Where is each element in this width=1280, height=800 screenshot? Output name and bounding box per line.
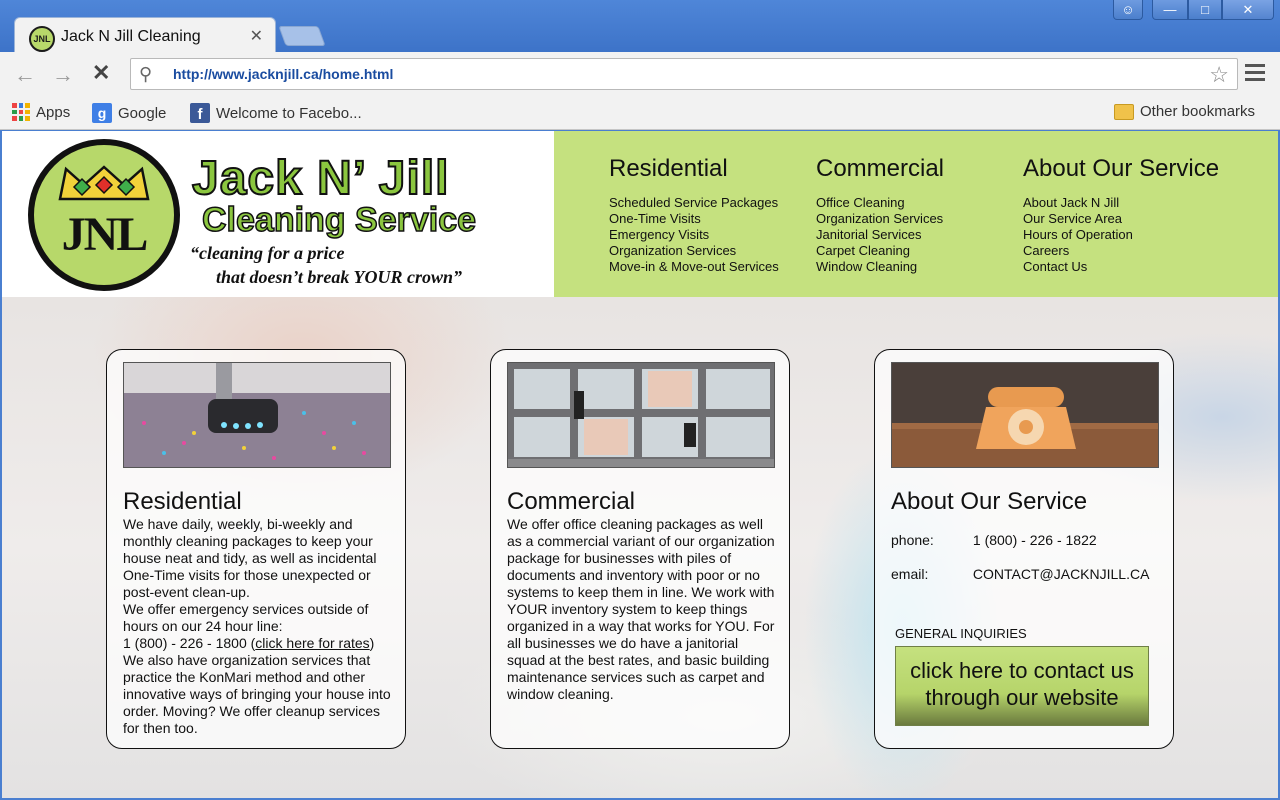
nav-link-move-services[interactable]: Move-in & Move-out Services — [609, 259, 779, 275]
browser-toolbar: ← → ✕ ⚲ http://www.jacknjill.ca/home.htm… — [0, 52, 1280, 96]
nav-link-organization-services[interactable]: Organization Services — [609, 243, 779, 259]
address-url[interactable]: http://www.jacknjill.ca/home.html — [173, 66, 393, 82]
nav-link-one-time-visits[interactable]: One-Time Visits — [609, 211, 779, 227]
contact-us-button[interactable]: click here to contact us through our web… — [895, 646, 1149, 726]
rates-link[interactable]: click here for rates — [255, 635, 369, 651]
card-commercial: Commercial We offer office cleaning pack… — [490, 349, 790, 749]
card-body-residential: We have daily, weekly, bi-weekly and mon… — [123, 516, 395, 737]
nav-heading-residential[interactable]: Residential — [609, 155, 779, 183]
crown-icon — [58, 165, 150, 201]
logo-text: JNL — [61, 208, 149, 261]
residential-phone-close: ) — [369, 635, 375, 651]
nav-column-residential: Residential Scheduled Service Packages O… — [609, 155, 779, 275]
maximize-button[interactable]: □ — [1188, 0, 1222, 20]
bookmark-star-icon[interactable]: ☆ — [1209, 62, 1229, 88]
email-value: CONTACT@JACKNJILL.CA — [972, 566, 1150, 582]
contact-phone-row: phone: 1 (800) - 226 - 1822 — [891, 532, 1097, 548]
residential-paragraph-1: We have daily, weekly, bi-weekly and mon… — [123, 516, 377, 600]
bookmarks-bar: Apps g Google f Welcome to Facebo... Oth… — [0, 96, 1280, 130]
bookmark-other[interactable]: Other bookmarks — [1114, 103, 1255, 120]
card-about: About Our Service phone: 1 (800) - 226 -… — [874, 349, 1174, 749]
residential-phone: 1 (800) - 226 - 1800 ( — [123, 635, 256, 651]
bookmark-google[interactable]: g Google — [92, 103, 166, 123]
vacuum-carpet-image — [123, 362, 391, 468]
nav-heading-about[interactable]: About Our Service — [1023, 155, 1219, 183]
bookmark-facebook[interactable]: f Welcome to Facebo... — [190, 103, 362, 123]
nav-link-contact[interactable]: Contact Us — [1023, 259, 1219, 275]
tagline: “cleaning for a price that doesn’t break… — [190, 241, 462, 289]
nav-column-commercial: Commercial Office Cleaning Organization … — [816, 155, 944, 275]
brand-name: Jack N’ Jill — [191, 151, 450, 206]
nav-heading-commercial[interactable]: Commercial — [816, 155, 944, 183]
nav-link-commercial-organization[interactable]: Organization Services — [816, 211, 944, 227]
nav-link-emergency-visits[interactable]: Emergency Visits — [609, 227, 779, 243]
tagline-line-1: “cleaning for a price — [190, 243, 345, 263]
nav-link-hours[interactable]: Hours of Operation — [1023, 227, 1219, 243]
card-title-residential: Residential — [123, 488, 242, 515]
phone-value: 1 (800) - 226 - 1822 — [972, 532, 1097, 548]
folder-icon — [1114, 103, 1134, 120]
back-arrow-icon[interactable]: ← — [14, 62, 36, 88]
bookmark-google-label: Google — [118, 104, 167, 122]
card-residential: Residential We have daily, weekly, bi-we… — [106, 349, 406, 749]
bookmark-apps[interactable]: Apps — [12, 103, 70, 121]
nav-link-service-area[interactable]: Our Service Area — [1023, 211, 1219, 227]
card-title-about: About Our Service — [891, 488, 1088, 515]
tab-title: Jack N Jill Cleaning — [61, 28, 201, 45]
browser-titlebar: JNL Jack N Jill Cleaning ✕ ☺ — □ ✕ — [0, 0, 1280, 53]
nav-link-carpet-cleaning[interactable]: Carpet Cleaning — [816, 243, 944, 259]
nav-link-careers[interactable]: Careers — [1023, 243, 1219, 259]
forward-arrow-icon[interactable]: → — [52, 62, 74, 88]
tab-close-icon[interactable]: ✕ — [250, 26, 263, 46]
residential-paragraph-3: We also have organization services that … — [123, 652, 391, 736]
minimize-button[interactable]: — — [1152, 0, 1188, 20]
hamburger-menu-icon[interactable] — [1245, 64, 1265, 85]
google-icon: g — [92, 103, 112, 123]
contact-email-row: email: CONTACT@JACKNJILL.CA — [891, 566, 1149, 582]
card-title-commercial: Commercial — [507, 488, 636, 515]
nav-link-scheduled-packages[interactable]: Scheduled Service Packages — [609, 195, 779, 211]
search-icon: ⚲ — [139, 64, 153, 84]
general-inquiries-label: GENERAL INQUIRIES — [895, 626, 1027, 641]
address-bar[interactable]: ⚲ http://www.jacknjill.ca/home.html ☆ — [130, 58, 1238, 90]
bookmark-other-label: Other bookmarks — [1140, 103, 1256, 120]
nav-link-office-cleaning[interactable]: Office Cleaning — [816, 195, 944, 211]
phone-label: phone: — [891, 532, 934, 548]
close-window-button[interactable]: ✕ — [1222, 0, 1274, 20]
bookmark-facebook-label: Welcome to Facebo... — [216, 104, 362, 122]
user-profile-icon[interactable]: ☺ — [1113, 0, 1143, 20]
site-logo[interactable]: JNL — [28, 139, 180, 291]
browser-tab[interactable]: JNL Jack N Jill Cleaning ✕ — [14, 17, 276, 53]
apps-grid-icon — [12, 103, 30, 121]
bookmark-apps-label: Apps — [36, 103, 71, 121]
tagline-line-2: that doesn’t break YOUR crown” — [216, 267, 463, 287]
brand-subtitle: Cleaning Service — [201, 200, 477, 240]
telephone-image — [891, 362, 1159, 468]
site-header-brand: JNL Jack N’ Jill Cleaning Service “clean… — [2, 131, 554, 297]
card-body-commercial: We offer office cleaning packages as wel… — [507, 516, 775, 702]
nav-column-about: About Our Service About Jack N Jill Our … — [1023, 155, 1219, 275]
new-tab-button[interactable] — [278, 26, 326, 46]
stop-loading-icon[interactable]: ✕ — [92, 60, 110, 86]
tab-favicon-icon: JNL — [29, 26, 55, 52]
facebook-icon: f — [190, 103, 210, 123]
nav-link-janitorial[interactable]: Janitorial Services — [816, 227, 944, 243]
residential-paragraph-2: We offer emergency services outside of h… — [123, 601, 369, 634]
window-cleaners-image — [507, 362, 775, 468]
nav-link-about[interactable]: About Jack N Jill — [1023, 195, 1219, 211]
site-navigation: Residential Scheduled Service Packages O… — [554, 131, 1278, 297]
email-label: email: — [891, 566, 929, 582]
page-viewport: JNL Jack N’ Jill Cleaning Service “clean… — [2, 131, 1278, 798]
nav-link-window-cleaning[interactable]: Window Cleaning — [816, 259, 944, 275]
